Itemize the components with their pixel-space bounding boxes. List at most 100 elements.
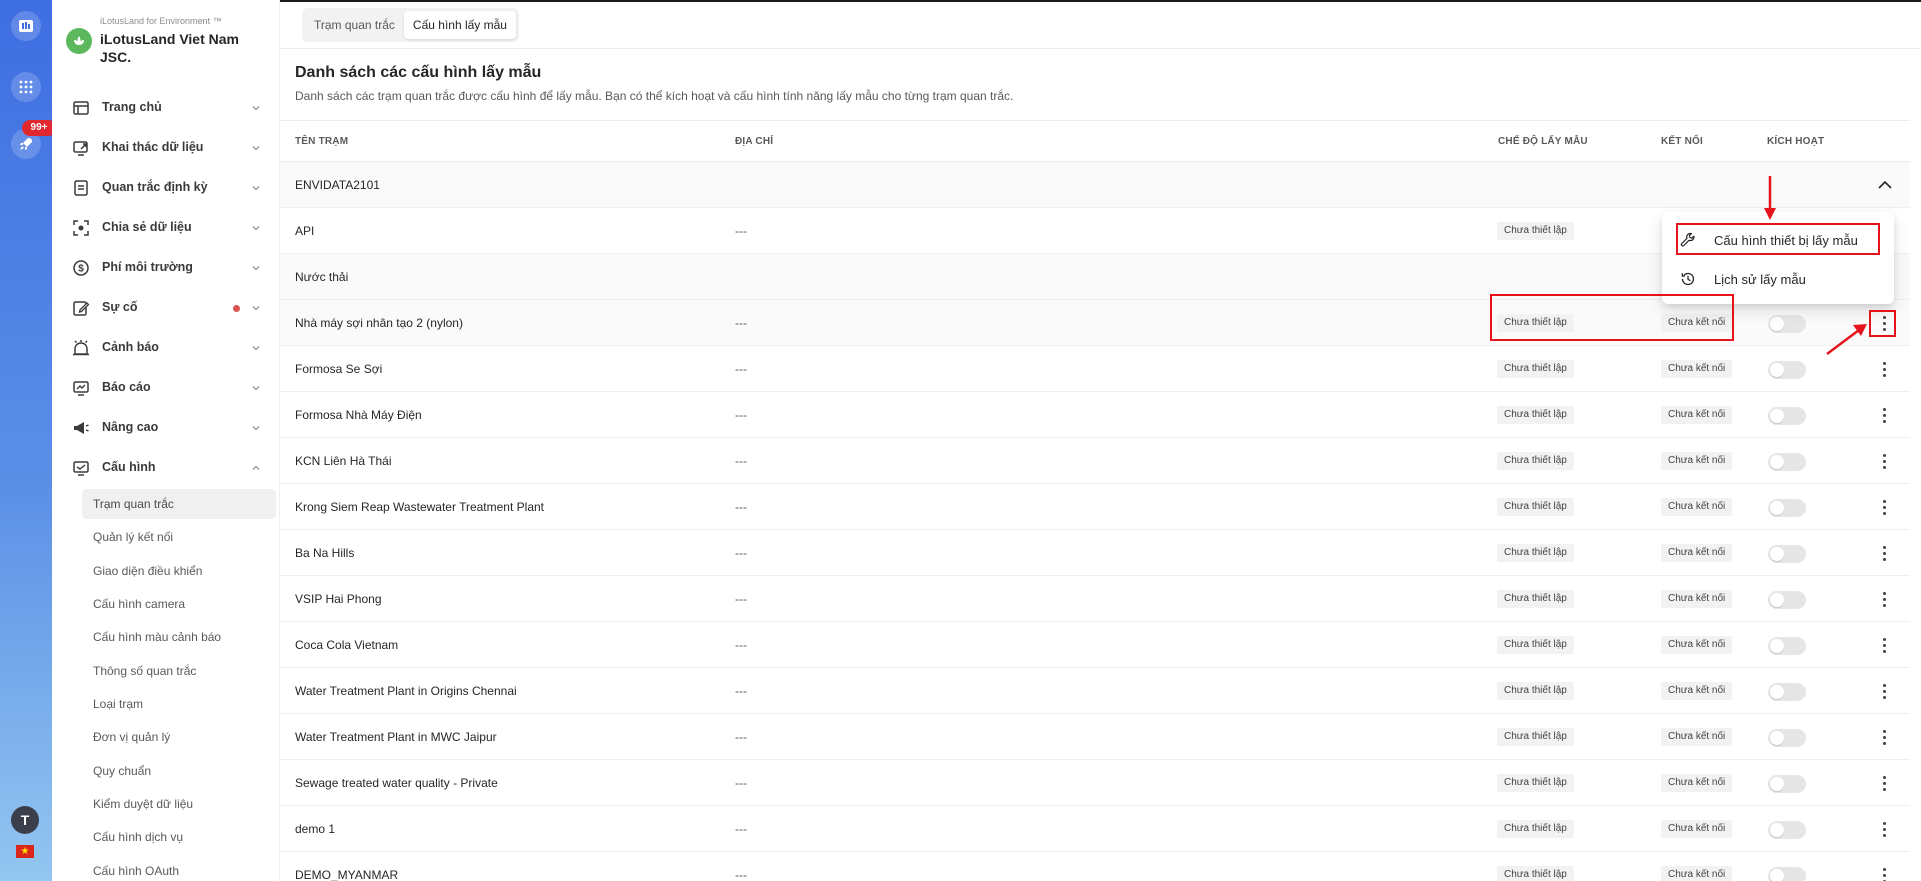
submenu-item-control-ui[interactable]: Giao diện điều khiển (82, 556, 276, 586)
station-name: Water Treatment Plant in Origins Chennai (295, 684, 517, 698)
station-address: --- (735, 776, 747, 790)
submenu-item-oauth[interactable]: Cấu hình OAuth (82, 856, 276, 881)
user-avatar[interactable]: T (11, 806, 39, 834)
submenu-label: Trạm quan trắc (93, 497, 174, 511)
sampling-mode-badge: Chưa thiết lập (1497, 222, 1574, 240)
vietnam-flag-icon[interactable]: ★ (16, 845, 34, 858)
annotation-highlight-more-button (1869, 310, 1896, 337)
table-group-row[interactable]: ENVIDATA2101 (280, 162, 1910, 208)
sampling-mode-badge: Chưa thiết lập (1497, 406, 1574, 424)
activate-toggle[interactable] (1768, 361, 1806, 379)
logo-app-button[interactable] (11, 11, 41, 41)
more-vertical-icon[interactable] (1872, 633, 1896, 657)
activate-toggle[interactable] (1768, 453, 1806, 471)
more-vertical-icon[interactable] (1872, 357, 1896, 381)
submenu-item-services[interactable]: Cấu hình dịch vụ (82, 822, 276, 852)
submenu-label: Cấu hình OAuth (93, 864, 180, 878)
station-address: --- (735, 454, 747, 468)
table-row: Water Treatment Plant in Origins Chennai… (280, 668, 1910, 714)
station-name: Formosa Se Sợi (295, 362, 383, 376)
sampling-mode-badge: Chưa thiết lập (1497, 820, 1574, 838)
nav-item-configuration[interactable]: Cấu hình (52, 452, 280, 484)
document-list-icon (74, 180, 88, 196)
more-vertical-icon[interactable] (1872, 725, 1896, 749)
group-name: ENVIDATA2101 (295, 178, 380, 192)
activate-toggle[interactable] (1768, 591, 1806, 609)
submenu-item-camera[interactable]: Cấu hình camera (82, 589, 276, 619)
column-header-active: KÍCH HOẠT (1767, 136, 1825, 147)
nav-item-advanced[interactable]: Nâng cao (52, 412, 280, 444)
connection-badge: Chưa kết nối (1661, 406, 1733, 424)
station-address: --- (735, 868, 747, 881)
chevron-down-icon (252, 346, 260, 351)
column-header-address: ĐỊA CHỈ (735, 136, 774, 147)
nav-label: Báo cáo (102, 380, 151, 394)
tab-sampling-config[interactable]: Cấu hình lấy mẫu (403, 11, 516, 39)
submenu-item-data-review[interactable]: Kiểm duyệt dữ liệu (82, 789, 276, 819)
nav-item-incident[interactable]: Sự cố (52, 292, 280, 324)
tab-monitoring-stations[interactable]: Trạm quan trắc (305, 11, 404, 39)
nav-label: Sự cố (102, 300, 138, 314)
nav-item-alert[interactable]: Cảnh báo (52, 332, 280, 364)
nav-item-data-sharing[interactable]: Chia sẻ dữ liệu (52, 212, 280, 244)
scan-focus-icon (73, 220, 89, 236)
more-vertical-icon[interactable] (1872, 587, 1896, 611)
station-name: Krong Siem Reap Wastewater Treatment Pla… (295, 500, 544, 514)
submenu-item-management-units[interactable]: Đơn vị quản lý (82, 722, 276, 752)
more-vertical-icon[interactable] (1872, 403, 1896, 427)
more-vertical-icon[interactable] (1872, 863, 1896, 881)
more-vertical-icon[interactable] (1872, 449, 1896, 473)
more-vertical-icon[interactable] (1872, 771, 1896, 795)
app-rail: 99+ T ★ (0, 0, 56, 881)
table-row: VSIP Hai Phong --- Chưa thiết lập Chưa k… (280, 576, 1910, 622)
more-vertical-icon[interactable] (1872, 679, 1896, 703)
incident-indicator-dot (233, 305, 240, 312)
submenu-item-station-types[interactable]: Loại trạm (82, 689, 276, 719)
activate-toggle[interactable] (1768, 545, 1806, 563)
table-row: Sewage treated water quality - Private -… (280, 760, 1910, 806)
layout-icon (73, 101, 89, 115)
submenu-label: Giao diện điều khiển (93, 564, 203, 578)
chevron-down-icon (252, 386, 260, 391)
chevron-up-icon[interactable] (1876, 176, 1894, 194)
more-vertical-icon[interactable] (1872, 541, 1896, 565)
menu-item-sampling-history[interactable]: Lịch sử lấy mẫu (1662, 260, 1894, 298)
more-vertical-icon[interactable] (1872, 495, 1896, 519)
activate-toggle[interactable] (1768, 683, 1806, 701)
activate-toggle[interactable] (1768, 315, 1806, 333)
chevron-up-icon (252, 465, 260, 470)
activate-toggle[interactable] (1768, 729, 1806, 747)
brand: iLotusLand for Environment ™ iLotusLand … (66, 14, 276, 74)
station-address: --- (735, 822, 747, 836)
activate-toggle[interactable] (1768, 867, 1806, 881)
rocket-icon (20, 138, 32, 150)
svg-text:$: $ (78, 264, 84, 275)
table-row: Krong Siem Reap Wastewater Treatment Pla… (280, 484, 1910, 530)
submenu-item-stations[interactable]: Trạm quan trắc (82, 489, 276, 519)
nav-item-report[interactable]: Báo cáo (52, 372, 280, 404)
submenu-item-alert-colors[interactable]: Cấu hình màu cảnh báo (82, 622, 276, 652)
submenu-item-connections[interactable]: Quản lý kết nối (82, 522, 276, 552)
station-name: Formosa Nhà Máy Điện (295, 408, 422, 422)
station-name: demo 1 (295, 822, 336, 836)
sampling-mode-badge: Chưa thiết lập (1497, 360, 1574, 378)
submenu-label: Kiểm duyệt dữ liệu (93, 797, 194, 811)
nav-item-periodic-monitoring[interactable]: Quan trắc định kỳ (52, 172, 280, 204)
nav-item-data-mining[interactable]: Khai thác dữ liệu (52, 132, 280, 164)
column-header-sampling-mode: CHẾ ĐỘ LẤY MẪU (1498, 136, 1588, 147)
submenu-item-standards[interactable]: Quy chuẩn (82, 756, 276, 786)
submenu-item-parameters[interactable]: Thông số quan trắc (82, 656, 276, 686)
column-header-name: TÊN TRẠM (295, 136, 349, 147)
more-vertical-icon[interactable] (1872, 817, 1896, 841)
activate-toggle[interactable] (1768, 821, 1806, 839)
nav-item-home[interactable]: Trang chủ (52, 92, 280, 124)
station-name: Water Treatment Plant in MWC Jaipur (295, 730, 497, 744)
activate-toggle[interactable] (1768, 499, 1806, 517)
header-divider (280, 48, 1921, 49)
activate-toggle[interactable] (1768, 637, 1806, 655)
apps-grid-button[interactable] (11, 72, 41, 102)
nav-item-environment-fee[interactable]: $ Phí môi trường (52, 252, 280, 284)
activate-toggle[interactable] (1768, 775, 1806, 793)
nav-label: Trang chủ (102, 100, 162, 114)
activate-toggle[interactable] (1768, 407, 1806, 425)
